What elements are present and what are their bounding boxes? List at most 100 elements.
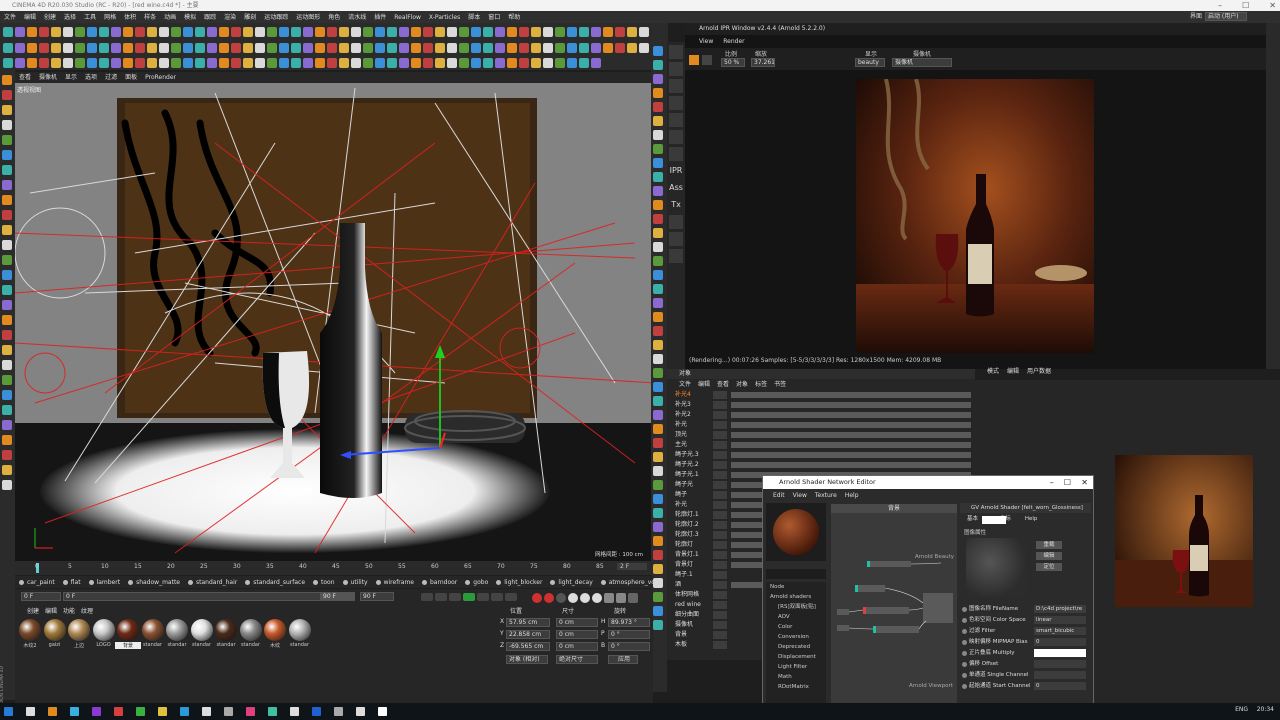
tool-icon[interactable] xyxy=(63,27,73,37)
plugin-tool-icon[interactable] xyxy=(87,58,97,68)
size-field[interactable]: 0 cm xyxy=(556,618,598,627)
mid-tool-icon[interactable] xyxy=(653,620,663,630)
plugin-tool-icon[interactable] xyxy=(327,58,337,68)
object-row[interactable]: 补光3 xyxy=(667,400,975,410)
mid-tool-icon[interactable] xyxy=(653,550,663,560)
plugin-tool-icon[interactable] xyxy=(63,58,73,68)
left-tool-icon[interactable] xyxy=(2,420,12,430)
aov-dropdown[interactable]: beauty xyxy=(855,58,885,67)
left-tool-icon[interactable] xyxy=(2,180,12,190)
plugin-tool-icon[interactable] xyxy=(363,58,373,68)
tool-icon[interactable] xyxy=(207,43,217,53)
mid-tool-icon[interactable] xyxy=(653,480,663,490)
left-tool-icon[interactable] xyxy=(2,135,12,145)
shader-tag-8[interactable]: wireframe xyxy=(376,579,414,586)
tool-icon[interactable] xyxy=(171,43,181,53)
plugin-tool-icon[interactable] xyxy=(15,58,25,68)
taskbar-app-icon[interactable] xyxy=(4,707,13,716)
material-menu-item-3[interactable]: 纹理 xyxy=(81,608,93,615)
left-tool-icon[interactable] xyxy=(2,210,12,220)
taskbar-app-icon[interactable] xyxy=(378,707,387,716)
mid-tool-icon[interactable] xyxy=(653,438,663,448)
shader-tag-2[interactable]: lambert xyxy=(89,579,121,586)
plugin-tool-icon[interactable] xyxy=(459,58,469,68)
param-dot-icon[interactable] xyxy=(962,684,967,689)
plugin-tool-icon[interactable] xyxy=(351,58,361,68)
tree-item[interactable]: Math xyxy=(770,672,826,682)
object-row[interactable]: 补光2 xyxy=(667,410,975,420)
plugin-tool-icon[interactable] xyxy=(39,58,49,68)
arnold-tool-1[interactable]: Ass xyxy=(669,181,683,195)
rotation-field[interactable]: 0 ° xyxy=(608,630,650,639)
tree-item[interactable]: Arnold shaders xyxy=(770,592,826,602)
viewport-menu-item-6[interactable]: ProRender xyxy=(145,74,176,81)
mid-tool-icon[interactable] xyxy=(653,312,663,322)
left-tool-icon[interactable] xyxy=(2,300,12,310)
mid-tool-icon[interactable] xyxy=(653,578,663,588)
object-row[interactable]: 补光4 xyxy=(667,390,975,400)
left-tool-icon[interactable] xyxy=(2,465,12,475)
prev-key-icon[interactable] xyxy=(435,593,447,601)
main-menu-item-16[interactable]: 流水线 xyxy=(348,14,366,21)
plugin-tool-icon[interactable] xyxy=(315,58,325,68)
viewport-menu-item-2[interactable]: 显示 xyxy=(65,74,77,81)
left-tool-icon[interactable] xyxy=(2,165,12,175)
tool-icon[interactable] xyxy=(339,43,349,53)
left-tool-icon[interactable] xyxy=(2,375,12,385)
tool-icon[interactable] xyxy=(75,27,85,37)
tool-icon[interactable] xyxy=(75,43,85,53)
mid-tool-icon[interactable] xyxy=(653,382,663,392)
material-ball[interactable] xyxy=(68,619,90,641)
tool-icon[interactable] xyxy=(579,43,589,53)
tool-icon[interactable] xyxy=(639,27,649,37)
param-dot-icon[interactable] xyxy=(962,651,967,656)
mid-tool-icon[interactable] xyxy=(653,536,663,546)
plugin-tool-icon[interactable] xyxy=(375,58,385,68)
current-frame[interactable]: 2 F xyxy=(617,563,647,570)
main-menu-item-22[interactable]: 帮助 xyxy=(508,14,520,21)
shader-tag-4[interactable]: standard_hair xyxy=(188,579,237,586)
tool-icon[interactable] xyxy=(303,43,313,53)
tool-icon[interactable] xyxy=(243,27,253,37)
end-frame-slider[interactable]: 90 F xyxy=(320,592,355,601)
material-ball[interactable] xyxy=(264,619,286,641)
tool-icon[interactable] xyxy=(399,43,409,53)
viewport-menu-item-3[interactable]: 选项 xyxy=(85,74,97,81)
mid-tool-icon[interactable] xyxy=(653,424,663,434)
param-dot-icon[interactable] xyxy=(962,662,967,667)
material-menu-item-2[interactable]: 功能 xyxy=(63,608,75,615)
plugin-tool-icon[interactable] xyxy=(255,58,265,68)
shader-tag-12[interactable]: light_decay xyxy=(550,579,592,586)
object-row[interactable]: 补光 xyxy=(667,420,975,430)
tool-icon[interactable] xyxy=(63,43,73,53)
mid-tool-icon[interactable] xyxy=(653,130,663,140)
mid-tool-icon[interactable] xyxy=(653,452,663,462)
tool-icon[interactable] xyxy=(3,27,13,37)
plugin-tool-icon[interactable] xyxy=(51,58,61,68)
mid-tool-icon[interactable] xyxy=(653,88,663,98)
param-dot-icon[interactable] xyxy=(962,629,967,634)
tool-icon[interactable] xyxy=(207,27,217,37)
plugin-tool-icon[interactable] xyxy=(339,58,349,68)
main-menu-item-3[interactable]: 选择 xyxy=(64,14,76,21)
taskbar-app-icon[interactable] xyxy=(136,707,145,716)
sphere-icon[interactable] xyxy=(669,79,683,93)
plugin-tool-icon[interactable] xyxy=(387,58,397,68)
size-mode-dropdown[interactable]: 绝对尺寸 xyxy=(556,655,598,664)
minimize-icon[interactable]: – xyxy=(1218,1,1222,10)
tool-icon[interactable] xyxy=(219,27,229,37)
left-tool-icon[interactable] xyxy=(2,285,12,295)
taskbar-clock[interactable]: 20:34 xyxy=(1257,706,1274,713)
plugin-tool-icon[interactable] xyxy=(591,58,601,68)
plugin-tool-icon[interactable] xyxy=(219,58,229,68)
sne-search-field[interactable] xyxy=(766,569,826,579)
sne-menu-item-3[interactable]: Help xyxy=(845,492,859,499)
param-dot-icon[interactable] xyxy=(962,640,967,645)
sne-menu-item-2[interactable]: Texture xyxy=(815,492,837,499)
shader-tag-9[interactable]: barndoor xyxy=(422,579,457,586)
tool-icon[interactable] xyxy=(495,43,505,53)
plugin-tool-icon[interactable] xyxy=(279,58,289,68)
mid-tool-icon[interactable] xyxy=(653,298,663,308)
tool-icon[interactable] xyxy=(87,43,97,53)
param-value[interactable]: smart_bicubic xyxy=(1034,627,1086,635)
